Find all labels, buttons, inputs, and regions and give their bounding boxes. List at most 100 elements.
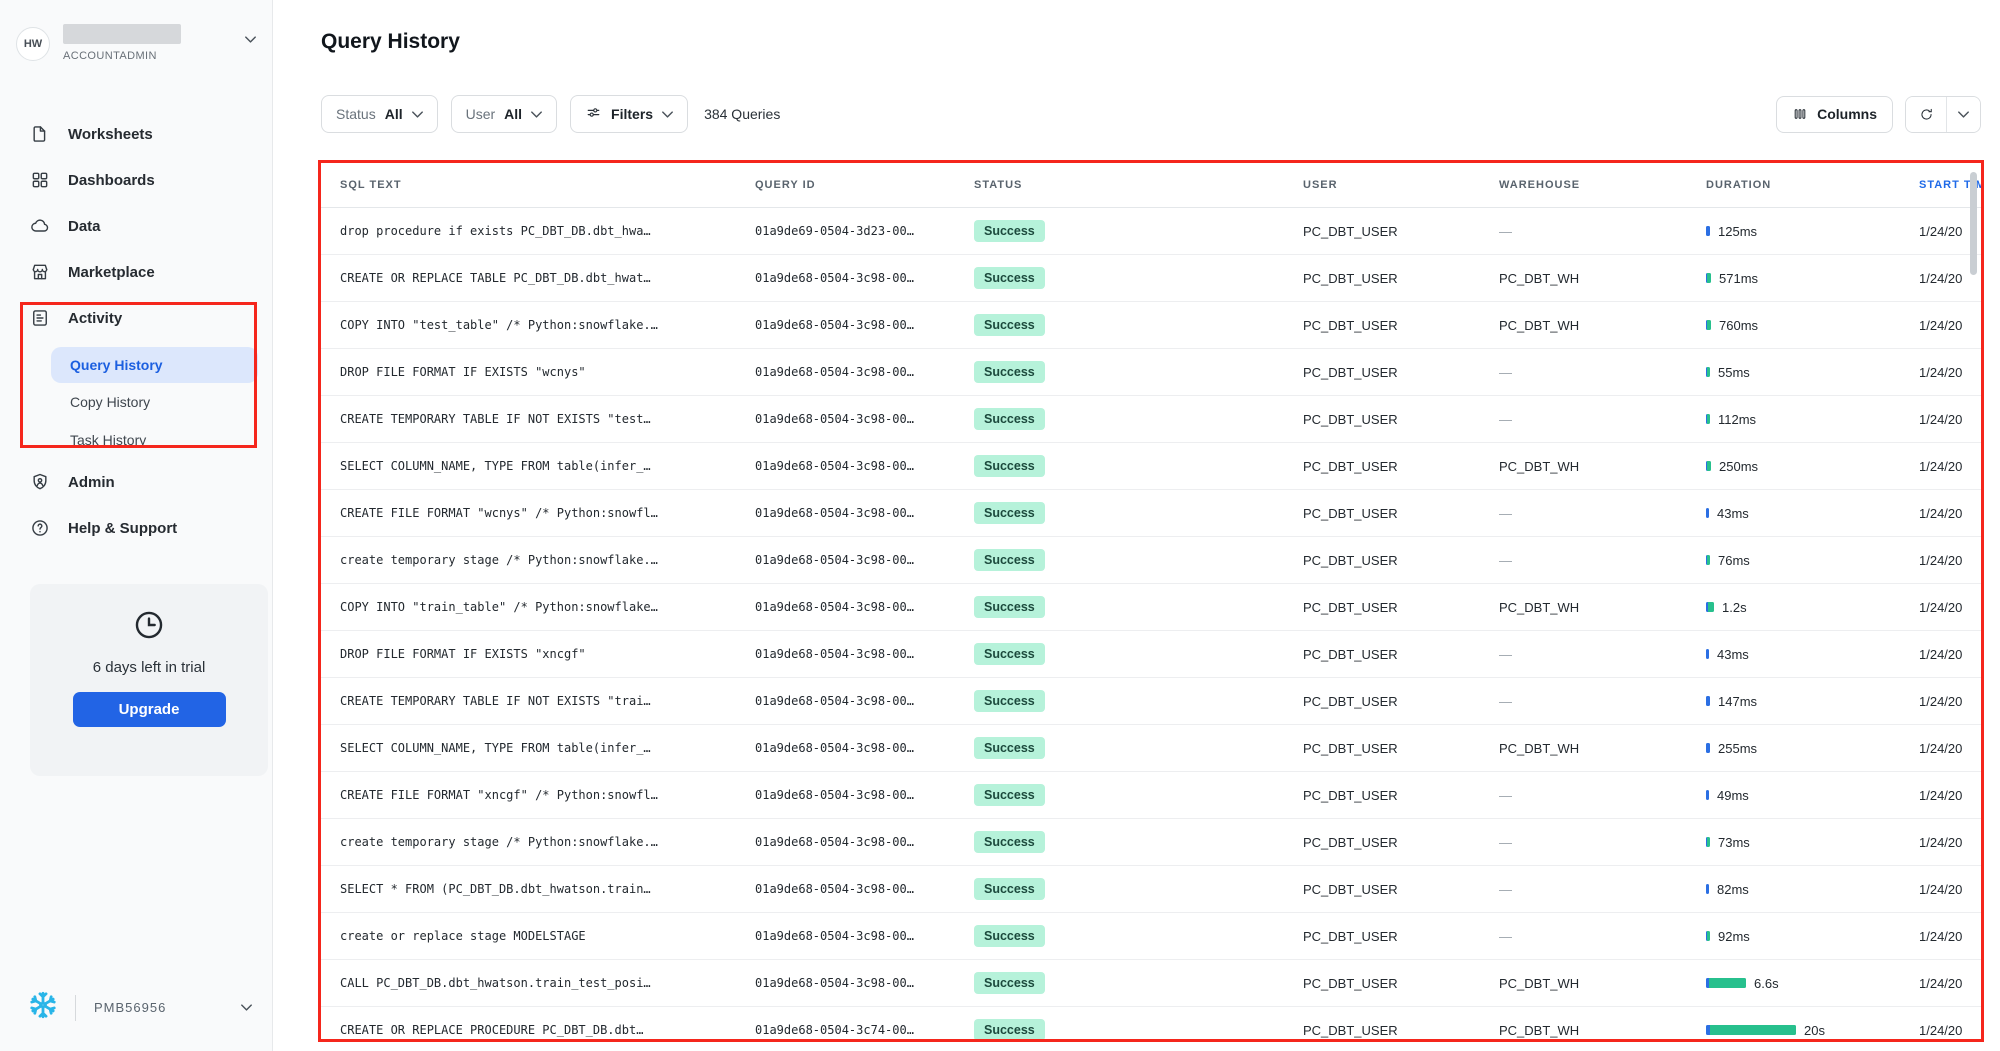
table-row[interactable]: drop procedure if exists PC_DBT_DB.dbt_h… <box>321 208 1981 255</box>
sidebar: HW ACCOUNTADMIN Worksheets Dashboards Da… <box>0 0 273 1051</box>
start-time-cell: 1/24/20 <box>1919 929 1981 944</box>
shield-person-icon <box>30 472 50 492</box>
column-header-status[interactable]: STATUS <box>974 179 1303 191</box>
table-row[interactable]: DROP FILE FORMAT IF EXISTS "xncgf" 01a9d… <box>321 631 1981 678</box>
sidebar-item-label: Data <box>68 218 101 235</box>
sidebar-item-data[interactable]: Data <box>0 203 272 249</box>
duration-bar <box>1706 1025 1796 1035</box>
refresh-button[interactable] <box>1906 97 1947 132</box>
status-badge: Success <box>974 267 1045 289</box>
table-row[interactable]: CREATE FILE FORMAT "wcnys" /* Python:sno… <box>321 490 1981 537</box>
sql-text-cell: CREATE OR REPLACE TABLE PC_DBT_DB.dbt_hw… <box>340 271 755 285</box>
filters-button[interactable]: Filters <box>570 95 688 133</box>
duration-cell: 760ms <box>1706 318 1919 333</box>
column-header-sql-text[interactable]: SQL TEXT <box>340 179 755 191</box>
storefront-icon <box>30 262 50 282</box>
account-switcher[interactable]: HW ACCOUNTADMIN <box>16 24 256 62</box>
duration-value: 76ms <box>1718 553 1750 568</box>
start-time-cell: 1/24/20 <box>1919 741 1981 756</box>
table-row[interactable]: SELECT COLUMN_NAME, TYPE FROM table(infe… <box>321 725 1981 772</box>
columns-icon <box>1792 106 1808 122</box>
duration-bar <box>1706 837 1710 847</box>
duration-cell: 76ms <box>1706 553 1919 568</box>
user-cell: PC_DBT_USER <box>1303 506 1499 521</box>
table-row[interactable]: create temporary stage /* Python:snowfla… <box>321 819 1981 866</box>
sidebar-subitem-task-history[interactable]: Task History <box>0 421 272 459</box>
duration-bar <box>1706 978 1746 988</box>
status-badge: Success <box>974 737 1045 759</box>
sidebar-item-help[interactable]: Help & Support <box>0 505 272 551</box>
chevron-down-icon <box>662 111 673 118</box>
sidebar-item-marketplace[interactable]: Marketplace <box>0 249 272 295</box>
status-badge: Success <box>974 596 1045 618</box>
sidebar-item-label: Worksheets <box>68 126 153 143</box>
refresh-options-button[interactable] <box>1947 97 1980 132</box>
start-time-cell: 1/24/20 <box>1919 694 1981 709</box>
columns-button[interactable]: Columns <box>1776 96 1893 133</box>
table-row[interactable]: CREATE FILE FORMAT "xncgf" /* Python:sno… <box>321 772 1981 819</box>
start-time-cell: 1/24/20 <box>1919 1023 1981 1038</box>
duration-value: 55ms <box>1718 365 1750 380</box>
table-row[interactable]: SELECT COLUMN_NAME, TYPE FROM table(infe… <box>321 443 1981 490</box>
table-row[interactable]: SELECT * FROM (PC_DBT_DB.dbt_hwatson.tra… <box>321 866 1981 913</box>
duration-cell: 125ms <box>1706 224 1919 239</box>
sql-text-cell: CREATE TEMPORARY TABLE IF NOT EXISTS "tr… <box>340 694 755 708</box>
user-cell: PC_DBT_USER <box>1303 1023 1499 1038</box>
table-row[interactable]: CREATE OR REPLACE PROCEDURE PC_DBT_DB.db… <box>321 1007 1981 1042</box>
warehouse-cell: PC_DBT_WH <box>1499 271 1706 286</box>
sidebar-item-activity[interactable]: Activity <box>0 295 272 341</box>
duration-bar <box>1706 320 1711 330</box>
table-row[interactable]: CREATE TEMPORARY TABLE IF NOT EXISTS "tr… <box>321 678 1981 725</box>
status-badge: Success <box>974 361 1045 383</box>
sql-text-cell: DROP FILE FORMAT IF EXISTS "xncgf" <box>340 647 755 661</box>
duration-bar <box>1706 931 1710 941</box>
duration-cell: 49ms <box>1706 788 1919 803</box>
duration-cell: 73ms <box>1706 835 1919 850</box>
column-header-query-id[interactable]: QUERY ID <box>755 179 974 191</box>
user-filter[interactable]: User All <box>451 95 557 133</box>
duration-bar <box>1706 367 1710 377</box>
file-icon <box>30 124 50 144</box>
refresh-split-button <box>1905 96 1981 133</box>
duration-cell: 147ms <box>1706 694 1919 709</box>
duration-value: 125ms <box>1718 224 1757 239</box>
table-row[interactable]: DROP FILE FORMAT IF EXISTS "wcnys" 01a9d… <box>321 349 1981 396</box>
status-badge: Success <box>974 643 1045 665</box>
user-cell: PC_DBT_USER <box>1303 976 1499 991</box>
table-row[interactable]: CREATE TEMPORARY TABLE IF NOT EXISTS "te… <box>321 396 1981 443</box>
warehouse-cell: — <box>1499 412 1706 427</box>
table-row[interactable]: create temporary stage /* Python:snowfla… <box>321 537 1981 584</box>
sql-text-cell: drop procedure if exists PC_DBT_DB.dbt_h… <box>340 224 755 238</box>
table-row[interactable]: CALL PC_DBT_DB.dbt_hwatson.train_test_po… <box>321 960 1981 1007</box>
account-footer[interactable]: PMB56956 <box>27 989 252 1026</box>
upgrade-button[interactable]: Upgrade <box>73 692 226 727</box>
column-header-user[interactable]: USER <box>1303 179 1499 191</box>
user-cell: PC_DBT_USER <box>1303 882 1499 897</box>
query-id-cell: 01a9de68-0504-3c98-00… <box>755 553 974 567</box>
vertical-scrollbar[interactable] <box>1970 172 1977 275</box>
sidebar-item-dashboards[interactable]: Dashboards <box>0 157 272 203</box>
user-cell: PC_DBT_USER <box>1303 459 1499 474</box>
grid-icon <box>30 170 50 190</box>
status-filter[interactable]: Status All <box>321 95 438 133</box>
column-header-duration[interactable]: DURATION <box>1706 179 1919 191</box>
status-badge: Success <box>974 831 1045 853</box>
table-row[interactable]: CREATE OR REPLACE TABLE PC_DBT_DB.dbt_hw… <box>321 255 1981 302</box>
sql-text-cell: SELECT COLUMN_NAME, TYPE FROM table(infe… <box>340 741 755 755</box>
sidebar-item-admin[interactable]: Admin <box>0 459 272 505</box>
table-row[interactable]: COPY INTO "test_table" /* Python:snowfla… <box>321 302 1981 349</box>
status-cell: Success <box>974 784 1303 806</box>
warehouse-cell: — <box>1499 882 1706 897</box>
table-row[interactable]: create or replace stage MODELSTAGE 01a9d… <box>321 913 1981 960</box>
sidebar-subitem-copy-history[interactable]: Copy History <box>0 383 272 421</box>
column-header-warehouse[interactable]: WAREHOUSE <box>1499 179 1706 191</box>
duration-bar <box>1706 884 1709 894</box>
sidebar-item-worksheets[interactable]: Worksheets <box>0 111 272 157</box>
table-row[interactable]: COPY INTO "train_table" /* Python:snowfl… <box>321 584 1981 631</box>
duration-bar <box>1706 696 1710 706</box>
duration-bar <box>1706 743 1710 753</box>
warehouse-cell: PC_DBT_WH <box>1499 318 1706 333</box>
avatar: HW <box>16 27 50 61</box>
sidebar-subitem-query-history[interactable]: Query History <box>51 347 258 383</box>
chevron-down-icon <box>245 36 256 43</box>
